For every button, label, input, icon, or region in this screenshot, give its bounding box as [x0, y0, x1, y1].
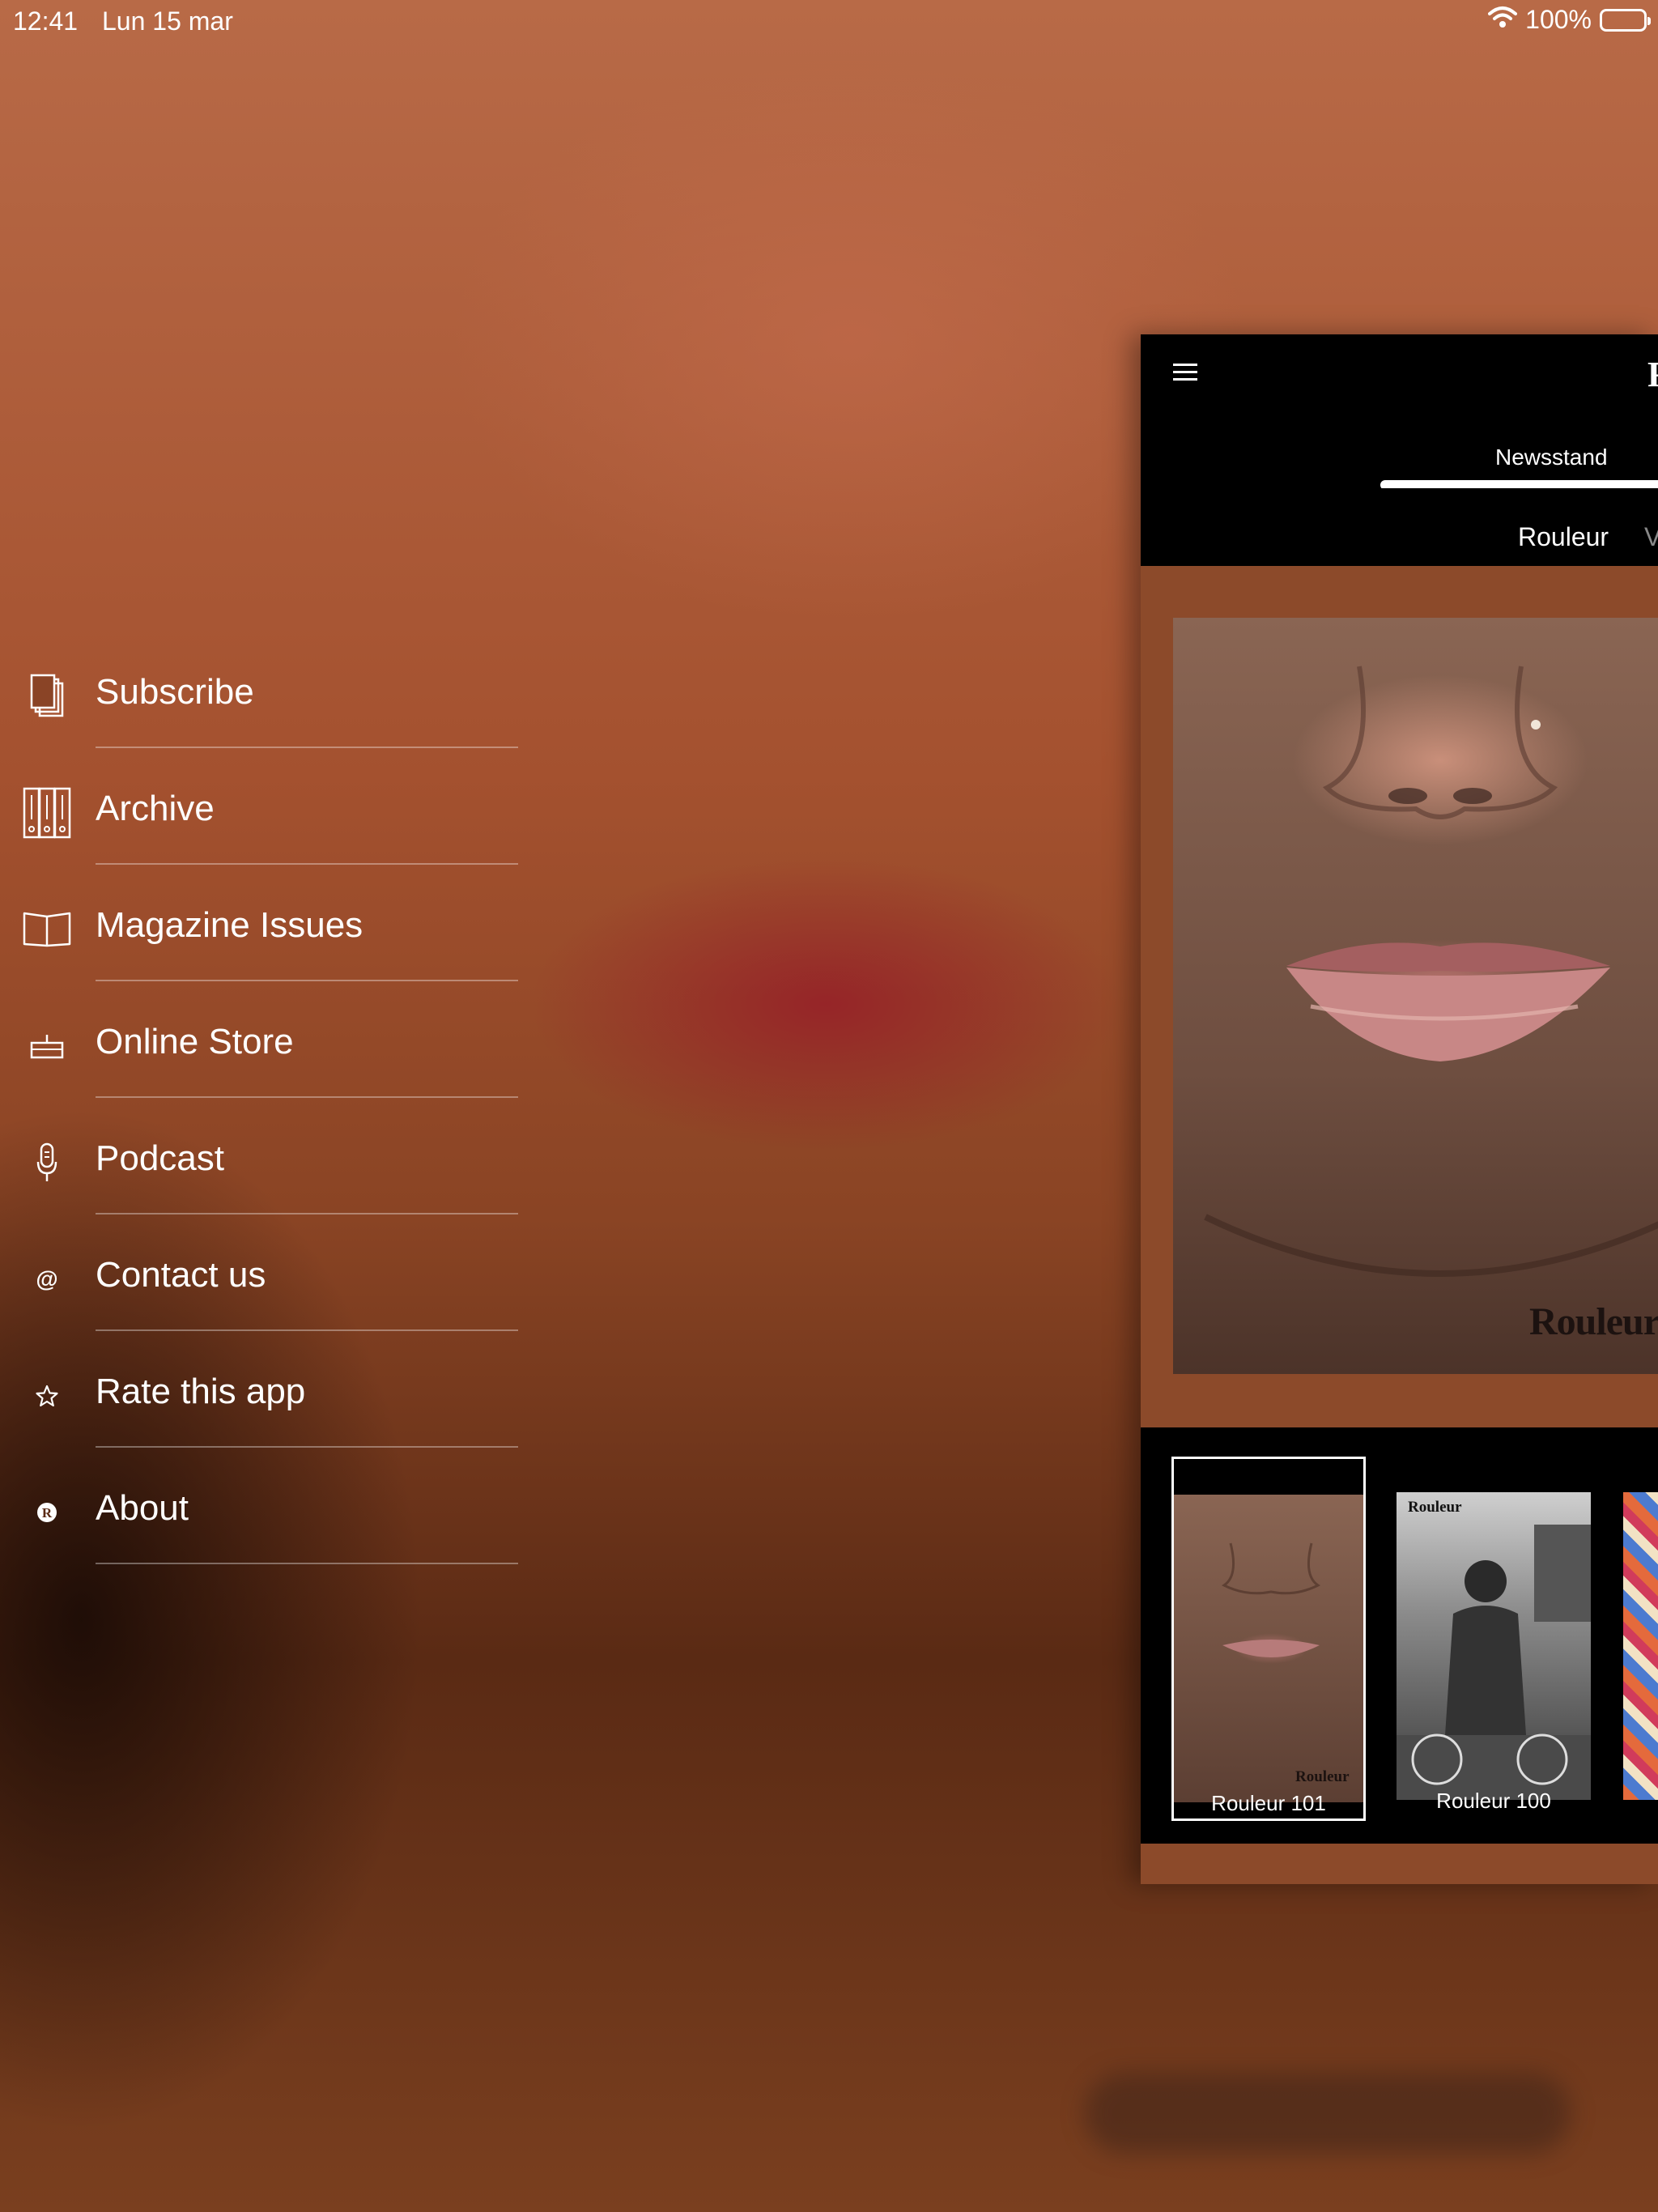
main-app-panel[interactable]: R Newsstand Rouleur V Rouleur — [1141, 334, 1658, 1884]
menu-item-online-store[interactable]: Online Store — [0, 998, 526, 1114]
menu-label: Subscribe — [96, 672, 254, 712]
side-menu: Subscribe Archive Magazine Issues Online… — [0, 648, 526, 1580]
wifi-icon — [1488, 5, 1518, 35]
blurred-background-logo — [1085, 2073, 1571, 2154]
divider — [96, 1096, 518, 1098]
subscribe-pages-icon — [18, 667, 76, 725]
archive-binders-icon — [18, 784, 76, 842]
status-bar: 12:41 Lun 15 mar 100% — [0, 0, 1658, 42]
divider — [96, 1329, 518, 1331]
issue-cover-image: Rouleur — [1397, 1492, 1591, 1800]
issue-thumb-rouleur-101[interactable]: Rouleur Rouleur 101 — [1171, 1457, 1366, 1821]
publication-nav: Rouleur V — [1141, 488, 1658, 566]
thumb-logo: Rouleur — [1295, 1768, 1350, 1785]
tab-bar: Newsstand — [1141, 410, 1658, 490]
divider — [96, 980, 518, 981]
battery-icon — [1600, 8, 1651, 32]
star-icon — [18, 1367, 76, 1425]
divider — [96, 1446, 518, 1448]
menu-label: Podcast — [96, 1138, 224, 1178]
thumb-logo: Rouleur — [1408, 1499, 1462, 1516]
microphone-icon — [18, 1134, 76, 1192]
divider — [96, 1563, 518, 1564]
menu-label: Online Store — [96, 1022, 294, 1061]
divider — [96, 863, 518, 865]
issue-thumb-partial[interactable] — [1623, 1457, 1658, 1821]
issue-carousel: Rouleur Rouleur 101 Rouleur Rouleur 100 — [1141, 1427, 1658, 1844]
issue-cover-image: Rouleur — [1174, 1495, 1363, 1802]
divider — [96, 747, 518, 748]
menu-label: Magazine Issues — [96, 905, 363, 945]
featured-cover[interactable]: Rouleur — [1173, 618, 1658, 1374]
publication-next[interactable]: V — [1644, 522, 1658, 552]
battery-percent: 100% — [1525, 5, 1592, 34]
menu-item-archive[interactable]: Archive — [0, 764, 526, 881]
menu-item-podcast[interactable]: Podcast — [0, 1114, 526, 1231]
menu-label: Contact us — [96, 1255, 266, 1295]
status-indicators: 100% — [1488, 5, 1651, 35]
issue-cover-image — [1623, 1492, 1658, 1800]
issue-label: Rouleur 100 — [1436, 1789, 1551, 1813]
top-bar: R — [1141, 334, 1658, 411]
hamburger-menu-icon[interactable] — [1173, 364, 1197, 381]
menu-item-subscribe[interactable]: Subscribe — [0, 648, 526, 764]
rouleur-logo-icon: R — [18, 1483, 76, 1542]
svg-text:R: R — [42, 1505, 53, 1521]
status-time: 12:41 — [13, 6, 79, 36]
menu-label: Archive — [96, 789, 215, 828]
menu-label: Rate this app — [96, 1372, 306, 1411]
publication-rouleur[interactable]: Rouleur — [1518, 522, 1609, 552]
tab-newsstand[interactable]: Newsstand — [1495, 445, 1608, 470]
menu-item-about[interactable]: R About — [0, 1464, 526, 1580]
issue-thumb-rouleur-100[interactable]: Rouleur Rouleur 100 — [1397, 1457, 1591, 1821]
open-book-icon — [18, 900, 76, 959]
menu-item-rate-this-app[interactable]: Rate this app — [0, 1347, 526, 1464]
menu-item-magazine-issues[interactable]: Magazine Issues — [0, 881, 526, 998]
menu-label: About — [96, 1488, 189, 1528]
menu-item-contact-us[interactable]: @ Contact us — [0, 1231, 526, 1347]
cover-face-illustration — [1204, 666, 1658, 1277]
at-sign-icon: @ — [36, 1266, 58, 1291]
cover-logo: Rouleur — [1529, 1300, 1658, 1343]
issue-label: Rouleur 101 — [1211, 1791, 1326, 1815]
brand-logo: R — [1647, 354, 1658, 395]
basket-icon — [18, 1017, 76, 1075]
divider — [96, 1213, 518, 1214]
status-date: Lun 15 mar — [102, 6, 233, 36]
